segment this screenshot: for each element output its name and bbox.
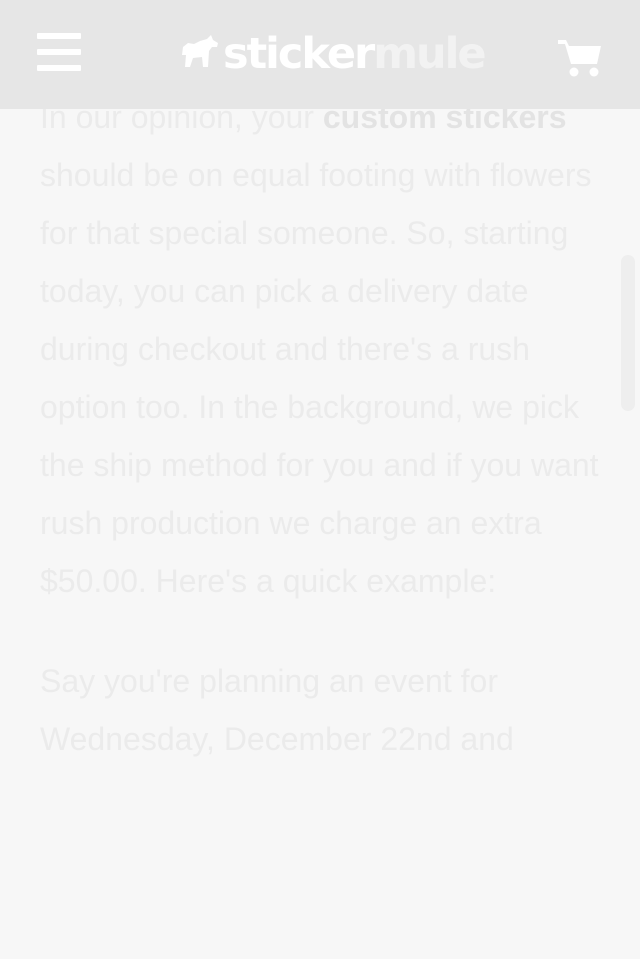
logo[interactable]: stickermule	[178, 26, 487, 82]
logo-text-sticker: sticker	[223, 29, 375, 79]
top-navigation-bar: stickermule	[0, 0, 640, 109]
mule-logo-icon	[182, 35, 218, 67]
scrollbar[interactable]	[621, 255, 635, 411]
article-body: In our opinion, your custom stickers sho…	[40, 88, 600, 810]
article-paragraph: Say you're planning an event for Wednesd…	[40, 663, 514, 757]
logo-text-mule: mule	[373, 29, 486, 79]
article-paragraph: In our opinion, your custom stickers sho…	[40, 88, 600, 610]
shopping-cart-icon[interactable]	[556, 34, 604, 80]
paragraph-text: should be on equal footing with flowers …	[40, 157, 599, 599]
hamburger-menu-icon[interactable]	[37, 33, 81, 73]
